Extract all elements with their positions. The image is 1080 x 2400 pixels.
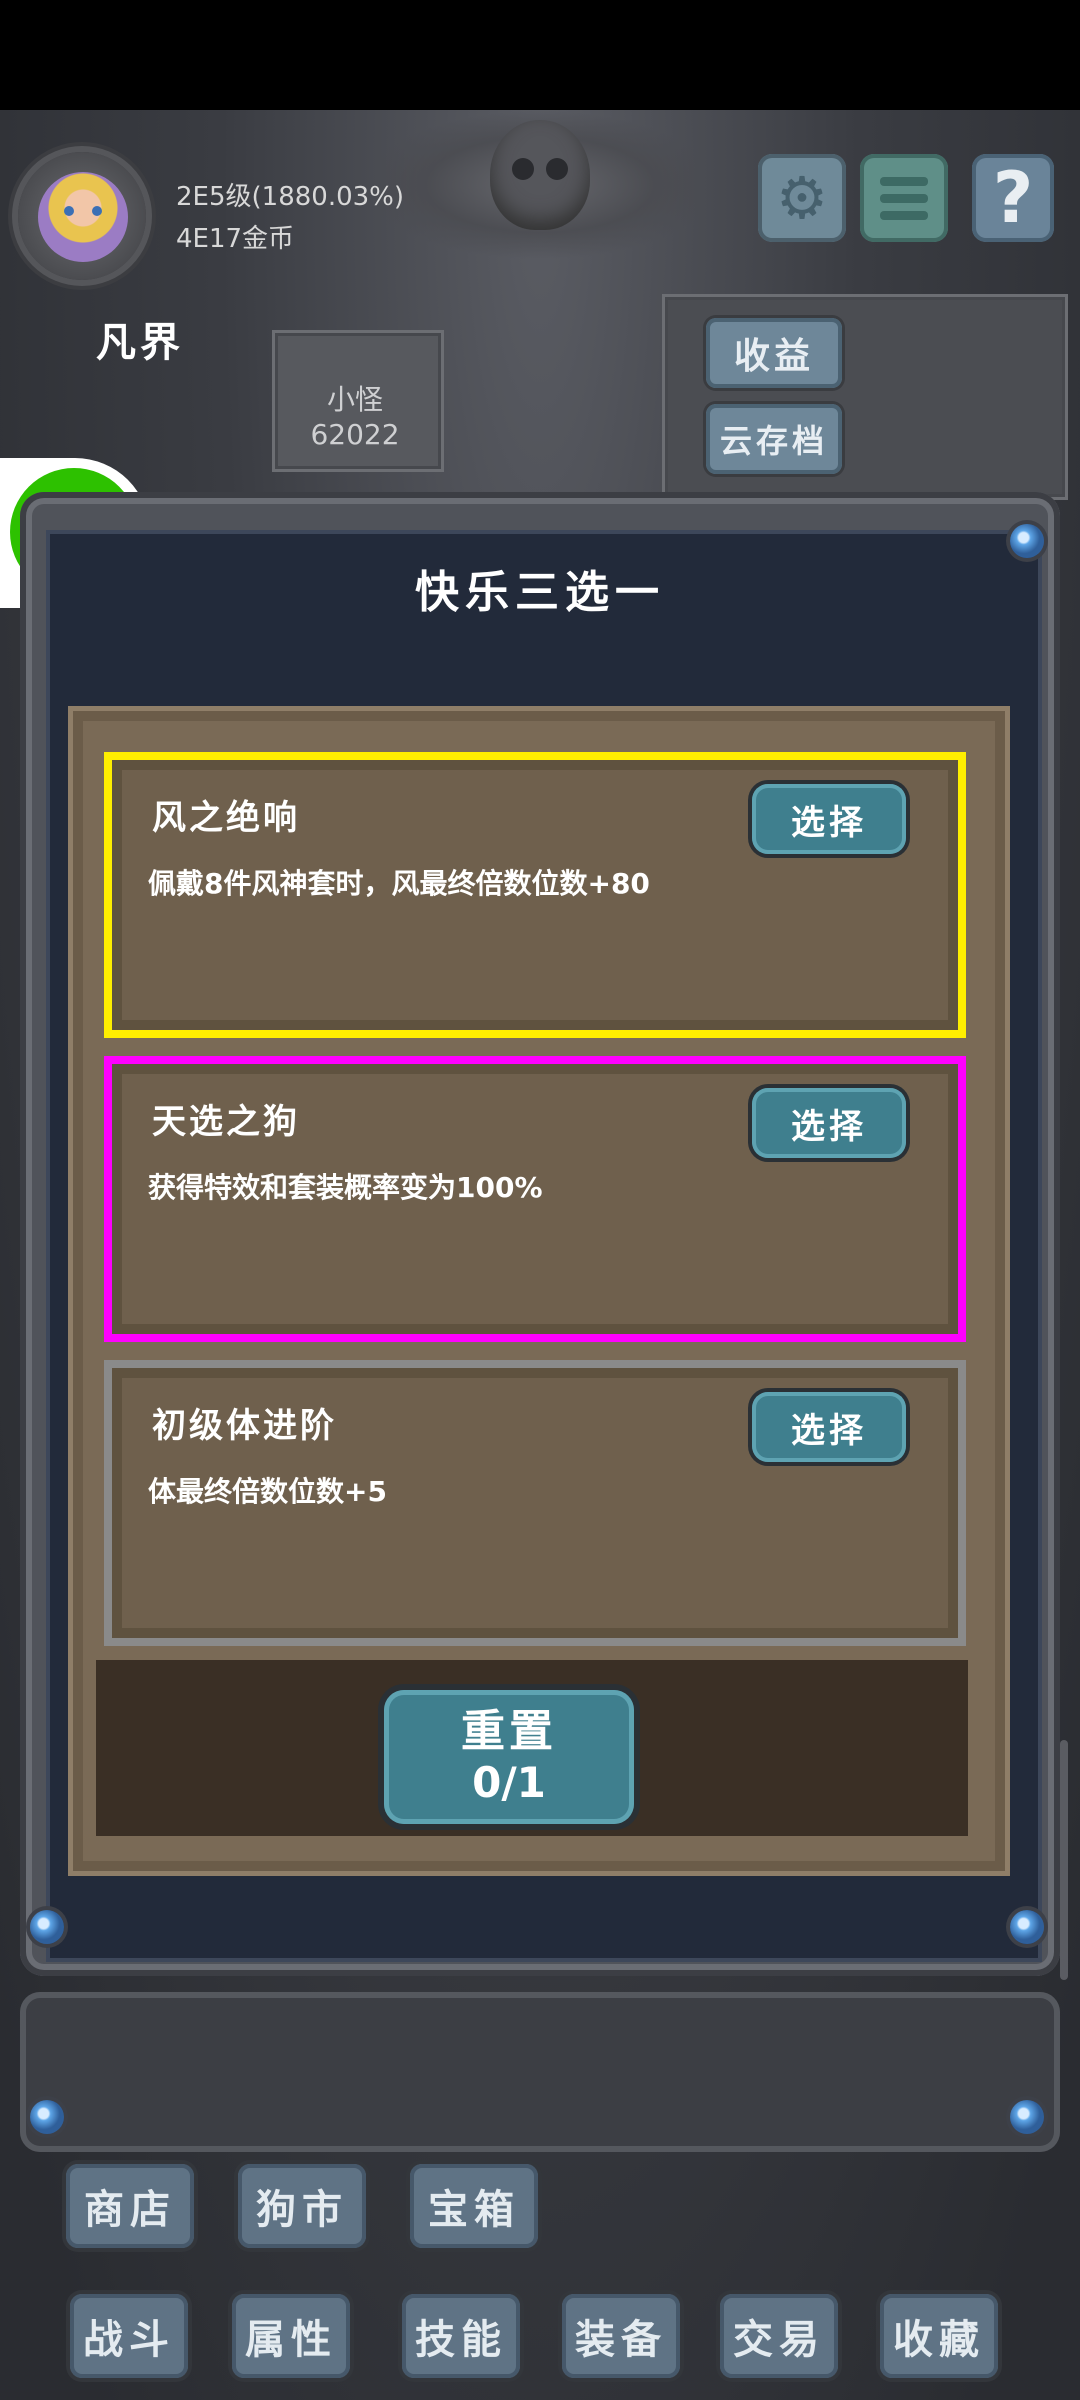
nav-attributes[interactable]: 属性: [232, 2294, 350, 2378]
option-title: 风之绝响: [152, 798, 300, 838]
select-button[interactable]: 选择: [752, 784, 906, 854]
status-bar: [0, 0, 1080, 110]
gem-icon: [30, 1910, 64, 1944]
help-icon: ?: [992, 157, 1034, 239]
gem-icon: [1010, 1910, 1044, 1944]
gem-icon: [30, 2100, 64, 2134]
lower-panel: [20, 1992, 1060, 2152]
select-button[interactable]: 选择: [752, 1088, 906, 1158]
nav-equipment[interactable]: 装备: [562, 2294, 680, 2378]
nav-skills[interactable]: 技能: [402, 2294, 520, 2378]
cloud-save-button[interactable]: 云存档: [706, 404, 842, 474]
skull-ornament-icon: [490, 120, 590, 230]
settings-button[interactable]: ⚙: [758, 154, 846, 242]
option-card-1[interactable]: 风之绝响 佩戴8件风神套时，风最终倍数位数+80 选择: [104, 752, 966, 1038]
player-gold: 4E17金币: [176, 224, 295, 254]
avatar[interactable]: [38, 172, 128, 262]
select-button[interactable]: 选择: [752, 1392, 906, 1462]
gear-icon: ⚙: [776, 164, 828, 232]
dialog-title: 快乐三选一: [415, 567, 665, 618]
option-title: 天选之狗: [152, 1102, 300, 1142]
nav-treasure-chest[interactable]: 宝箱: [410, 2164, 538, 2248]
reset-button[interactable]: 重置 0/1: [384, 1690, 634, 1824]
menu-icon: [880, 176, 928, 220]
enemy-count: 62022: [310, 418, 400, 451]
option-card-3[interactable]: 初级体进阶 体最终倍数位数+5 选择: [104, 1360, 966, 1646]
help-button[interactable]: ?: [972, 154, 1054, 242]
option-title: 初级体进阶: [152, 1406, 337, 1446]
option-card-2[interactable]: 天选之狗 获得特效和套装概率变为100% 选择: [104, 1056, 966, 1342]
nav-collection[interactable]: 收藏: [880, 2294, 998, 2378]
nav-trade[interactable]: 交易: [720, 2294, 838, 2378]
realm-label: 凡界: [96, 319, 184, 366]
income-button[interactable]: 收益: [706, 318, 842, 388]
scrollbar[interactable]: [1060, 1740, 1068, 1980]
reset-label: 重置: [461, 1706, 557, 1757]
gem-icon: [1010, 524, 1044, 558]
menu-button[interactable]: [860, 154, 948, 242]
player-level: 2E5级(1880.03%): [176, 182, 405, 212]
nav-dog-market[interactable]: 狗市: [238, 2164, 366, 2248]
enemy-name: 小怪: [326, 383, 383, 416]
option-description: 佩戴8件风神套时，风最终倍数位数+80: [148, 867, 650, 900]
gem-icon: [1010, 2100, 1044, 2134]
option-description: 获得特效和套装概率变为100%: [148, 1171, 543, 1204]
option-description: 体最终倍数位数+5: [148, 1475, 387, 1508]
reset-count: 0/1: [472, 1758, 546, 1807]
nav-shop[interactable]: 商店: [66, 2164, 194, 2248]
nav-battle[interactable]: 战斗: [70, 2294, 188, 2378]
